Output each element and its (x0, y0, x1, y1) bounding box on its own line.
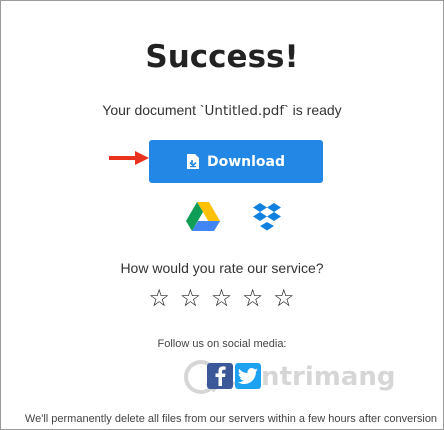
google-drive-icon[interactable] (186, 202, 220, 232)
star-4[interactable]: ☆ (242, 284, 265, 312)
status-prefix: Your document ` (102, 102, 205, 118)
deletion-notice: We'll permanently delete all files from … (24, 413, 438, 425)
dropbox-icon[interactable] (252, 203, 282, 231)
page-title: Success! (145, 39, 299, 75)
document-filename: Untitled.pdf (204, 103, 285, 119)
conversion-result-panel: Success! Your document `Untitled.pdf` is… (0, 0, 444, 430)
twitter-icon (238, 368, 258, 384)
rating-question: How would you rate our service? (120, 260, 324, 276)
social-label: Follow us on social media: (157, 338, 287, 350)
star-1[interactable]: ☆ (148, 284, 171, 312)
document-status: Your document `Untitled.pdf` is ready (1, 102, 443, 119)
facebook-icon (215, 366, 226, 386)
download-label: Download (206, 153, 286, 170)
star-2[interactable]: ☆ (180, 284, 203, 312)
red-arrow-annotation (109, 151, 149, 165)
status-suffix: ` is ready (284, 102, 342, 118)
star-5[interactable]: ☆ (273, 284, 296, 312)
social-links (207, 363, 261, 391)
star-3[interactable]: ☆ (211, 284, 234, 312)
star-rating: ☆ ☆ ☆ ☆ ☆ (1, 284, 443, 312)
save-to-cloud-row (1, 202, 443, 234)
twitter-button[interactable] (235, 363, 261, 389)
file-download-icon (186, 154, 199, 169)
facebook-button[interactable] (207, 363, 233, 389)
download-button[interactable]: Download (149, 140, 323, 183)
